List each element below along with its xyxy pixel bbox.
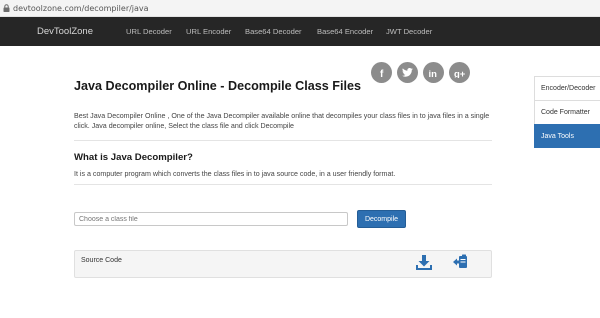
- section-title: What is Java Decompiler?: [74, 152, 193, 163]
- nav-url-decoder[interactable]: URL Decoder: [126, 27, 172, 36]
- svg-text:f: f: [380, 69, 384, 78]
- tools-sidebar: Encoder/Decoder Code Formatter Java Tool…: [534, 76, 600, 148]
- twitter-icon[interactable]: [397, 62, 418, 83]
- lock-icon: [3, 4, 10, 12]
- sidebar-item-code-formatter[interactable]: Code Formatter: [534, 100, 600, 124]
- svg-text:g+: g+: [454, 69, 466, 78]
- svg-text:in: in: [429, 69, 438, 78]
- divider: [74, 184, 492, 185]
- url-text: devtoolzone.com/decompiler/java: [13, 3, 149, 13]
- nav-url-encoder[interactable]: URL Encoder: [186, 27, 231, 36]
- nav-jwt-decoder[interactable]: JWT Decoder: [386, 27, 432, 36]
- address-bar[interactable]: devtoolzone.com/decompiler/java: [0, 0, 600, 17]
- decompile-button[interactable]: Decompile: [357, 210, 406, 228]
- copy-icon[interactable]: [452, 253, 470, 271]
- sidebar-item-encoder-decoder[interactable]: Encoder/Decoder: [534, 76, 600, 100]
- section-description: It is a computer program which converts …: [74, 170, 396, 178]
- class-file-input[interactable]: [74, 212, 348, 226]
- nav-base64-encoder[interactable]: Base64 Encoder: [317, 27, 373, 36]
- top-navbar: DevToolZone URL Decoder URL Encoder Base…: [0, 17, 600, 46]
- source-code-panel: Source Code: [74, 250, 492, 278]
- linkedin-icon[interactable]: in: [423, 62, 444, 83]
- sidebar-item-java-tools[interactable]: Java Tools: [534, 124, 600, 148]
- facebook-icon[interactable]: f: [371, 62, 392, 83]
- google-plus-icon[interactable]: g+: [449, 62, 470, 83]
- source-code-label: Source Code: [81, 257, 122, 264]
- divider: [74, 140, 492, 141]
- page-title: Java Decompiler Online - Decompile Class…: [74, 79, 361, 93]
- page-description: Best Java Decompiler Online , One of the…: [74, 112, 490, 130]
- nav-base64-decoder[interactable]: Base64 Decoder: [245, 27, 302, 36]
- download-icon[interactable]: [415, 253, 433, 271]
- brand-logo[interactable]: DevToolZone: [37, 26, 93, 37]
